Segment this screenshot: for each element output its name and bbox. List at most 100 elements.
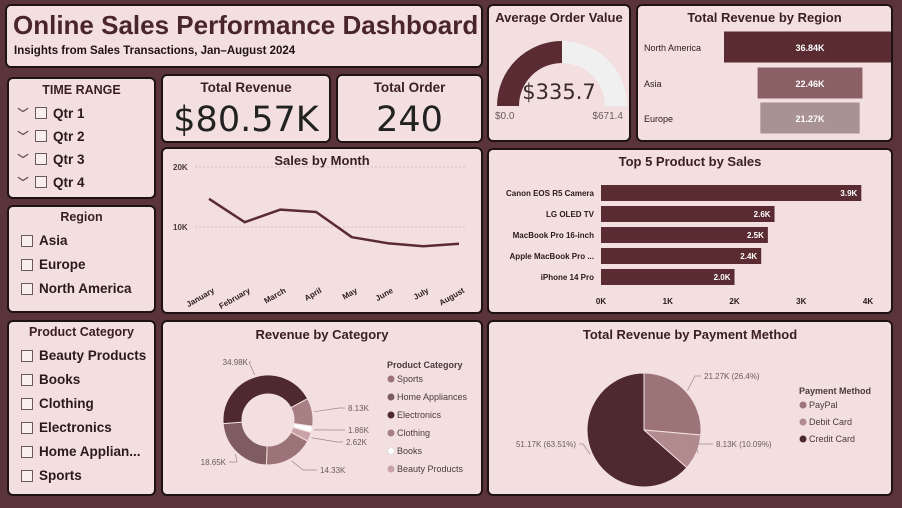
legend-marker — [799, 401, 807, 409]
product-category-label: Apple MacBook Pro ... — [510, 252, 594, 261]
legend-marker — [387, 411, 395, 419]
region-category-label: Asia — [644, 79, 662, 89]
slicer-item-label: Qtr 1 — [53, 105, 85, 121]
x-tick-label: 1K — [663, 297, 673, 306]
slicer-item-books[interactable]: Books — [21, 372, 80, 387]
aov-value: $335.7 — [522, 80, 596, 104]
product-bar[interactable] — [601, 206, 775, 222]
product-bar-label: 2.0K — [714, 273, 731, 282]
y-tick-label: 20K — [173, 163, 188, 172]
slicer-item-sports[interactable]: Sports — [21, 468, 82, 483]
leader-line — [314, 407, 345, 413]
slicer-item-label: Qtr 2 — [53, 128, 85, 144]
legend-item[interactable]: Sports — [397, 374, 424, 384]
checkbox[interactable] — [21, 445, 33, 458]
slicer-item-qtr3[interactable]: ﹀ Qtr 3 — [17, 151, 85, 167]
leader-line — [291, 460, 317, 471]
slicer-item-north-america[interactable]: North America — [21, 281, 132, 296]
total-order-value: 240 — [376, 100, 443, 140]
total-order-card: Total Order 240 — [336, 74, 483, 143]
slicer-item-qtr4[interactable]: ﹀ Qtr 4 — [17, 174, 85, 190]
leader-line — [687, 375, 701, 391]
slicer-item-label: Sports — [39, 468, 82, 483]
leader-line — [248, 361, 255, 376]
time-range-slicer: TIME RANGE ﹀ Qtr 1 ﹀ Qtr 2 ﹀ Qtr 3 ﹀ Qtr 4 — [7, 77, 156, 199]
checkbox[interactable] — [35, 153, 47, 165]
payment-method-card: Total Revenue by Payment Method 21.27K (… — [487, 320, 893, 496]
revenue-by-category-card: Revenue by Category 14.33K 18.65K 34.98K 8.… — [161, 320, 483, 496]
product-bar-label: 2.4K — [740, 252, 757, 261]
slicer-item-europe[interactable]: Europe — [21, 257, 86, 272]
product-bar[interactable] — [601, 185, 862, 201]
payment-pie-chart: 21.27K (26.4%) 8.13K (10.09%) 51.17K (63.5… — [516, 372, 871, 488]
chevron-down-icon[interactable]: ﹀ — [17, 128, 29, 144]
x-tick-label: January — [185, 286, 217, 309]
page-title: Online Sales Performance Dashboard — [13, 10, 479, 40]
checkbox[interactable] — [21, 469, 33, 482]
region-slicer: Region Asia Europe North America — [7, 205, 156, 313]
x-tick-label: 0K — [596, 297, 606, 306]
x-tick-label: 3K — [796, 297, 806, 306]
product-bar-label: 2.6K — [754, 210, 771, 219]
checkbox[interactable] — [35, 107, 47, 119]
checkbox[interactable] — [21, 282, 33, 295]
checkbox[interactable] — [21, 349, 33, 362]
slicer-item-clothing[interactable]: Clothing — [21, 396, 94, 411]
checkbox[interactable] — [21, 373, 33, 386]
slice-label: 8.13K (10.09%) — [716, 440, 772, 449]
legend-item[interactable]: Credit Card — [809, 434, 855, 444]
checkbox[interactable] — [35, 176, 47, 188]
slice-label: 18.65K — [201, 458, 227, 467]
product-category-label: iPhone 14 Pro — [541, 273, 594, 282]
x-tick-label: 4K — [863, 297, 873, 306]
region-bar-label: 22.46K — [795, 79, 825, 89]
time-range-title: TIME RANGE — [42, 83, 121, 97]
product-category-label: MacBook Pro 16-inch — [513, 231, 594, 240]
slicer-item-home-appliances[interactable]: Home Applian... — [21, 444, 141, 459]
legend-item[interactable]: Books — [397, 446, 423, 456]
aov-max: $671.4 — [592, 111, 623, 122]
chevron-down-icon[interactable]: ﹀ — [17, 105, 29, 121]
slicer-item-label: Books — [39, 372, 81, 387]
legend-item[interactable]: Home Appliances — [397, 392, 468, 402]
legend-item[interactable]: Electronics — [397, 410, 442, 420]
slicer-item-label: Asia — [39, 233, 68, 248]
legend-item[interactable]: PayPal — [809, 400, 838, 410]
sales-line[interactable] — [208, 197, 460, 248]
slice-label: 14.33K — [320, 466, 346, 475]
slicer-item-label: Home Applian... — [39, 444, 141, 459]
legend-marker — [387, 393, 395, 401]
product-bar[interactable] — [601, 227, 768, 243]
legend-item[interactable]: Beauty Products — [397, 464, 464, 474]
pie-slice[interactable] — [222, 421, 268, 466]
slicer-item-beauty[interactable]: Beauty Products — [21, 348, 146, 363]
legend-marker — [387, 375, 395, 383]
checkbox[interactable] — [21, 421, 33, 434]
aov-card: Average Order Value $335.7 $0.0 $671.4 — [487, 4, 631, 142]
checkbox[interactable] — [35, 130, 47, 142]
chevron-down-icon[interactable]: ﹀ — [17, 151, 29, 167]
slicer-item-qtr2[interactable]: ﹀ Qtr 2 — [17, 128, 85, 144]
x-tick-label: July — [412, 286, 431, 302]
checkbox[interactable] — [21, 397, 33, 410]
slice-label: 51.17K (63.51%) — [516, 440, 576, 449]
header-card: Online Sales Performance Dashboard Insig… — [5, 4, 483, 68]
slicer-item-qtr1[interactable]: ﹀ Qtr 1 — [17, 105, 85, 121]
slice-label: 34.98K — [223, 358, 249, 367]
slice-label: 21.27K (26.4%) — [704, 372, 760, 381]
legend-item[interactable]: Debit Card — [809, 417, 852, 427]
category-slicer: Product Category Beauty Products Books C… — [7, 320, 156, 496]
x-tick-label: February — [218, 286, 253, 311]
checkbox[interactable] — [21, 234, 33, 247]
slicer-item-electronics[interactable]: Electronics — [21, 420, 112, 435]
chevron-down-icon[interactable]: ﹀ — [17, 174, 29, 190]
x-tick-label: June — [374, 286, 395, 303]
checkbox[interactable] — [21, 258, 33, 271]
product-bar[interactable] — [601, 248, 762, 264]
legend-item[interactable]: Clothing — [397, 428, 430, 438]
legend-title: Payment Method — [799, 386, 871, 396]
pie-slice[interactable] — [643, 372, 702, 436]
slice-label: 2.62K — [346, 438, 368, 447]
legend-title: Product Category — [387, 360, 463, 370]
slicer-item-asia[interactable]: Asia — [21, 233, 68, 248]
